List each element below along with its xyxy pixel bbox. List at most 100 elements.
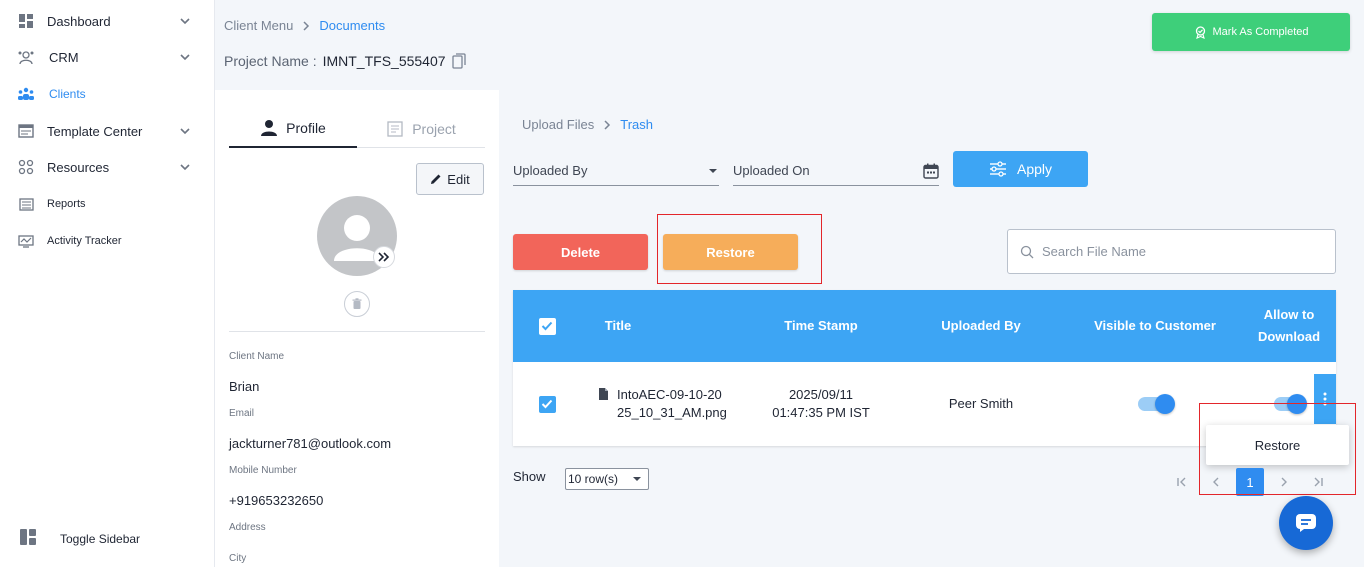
toggle-sidebar-button[interactable]: Toggle Sidebar: [0, 524, 215, 554]
dashboard-icon: [17, 12, 35, 30]
context-menu-restore-label: Restore: [1254, 437, 1301, 453]
sidebar-item-label: CRM: [49, 49, 79, 65]
column-header-title[interactable]: Title: [593, 290, 643, 362]
project-icon: [387, 120, 403, 137]
breadcrumb-client-menu[interactable]: Client Menu: [224, 18, 293, 33]
chevron-right-icon: [604, 119, 611, 130]
column-header-timestamp[interactable]: Time Stamp: [766, 290, 876, 362]
search-box: [1007, 229, 1336, 274]
chevron-down-icon: [180, 164, 190, 171]
rows-per-page-select[interactable]: 10 row(s): [565, 468, 649, 490]
uploaded-on-date-field[interactable]: Uploaded On: [733, 156, 939, 186]
reports-icon: [17, 195, 35, 213]
sidebar-item-crm[interactable]: CRM: [0, 42, 215, 72]
sidebar-item-template-center[interactable]: Template Center: [0, 116, 215, 146]
tab-profile[interactable]: Profile: [229, 110, 357, 148]
visible-to-customer-cell: [1087, 362, 1223, 446]
show-label: Show: [513, 469, 546, 484]
chevron-right-icon: [1281, 477, 1287, 487]
resources-icon: [17, 158, 35, 176]
sidebar-item-clients[interactable]: Clients: [0, 79, 215, 109]
calendar-icon[interactable]: [923, 163, 939, 179]
sidebar-layout-icon: [19, 528, 37, 551]
clients-icon: [17, 85, 35, 103]
allow-download-toggle[interactable]: [1274, 394, 1307, 414]
avatar-expand-button[interactable]: [373, 246, 395, 268]
sliders-icon: [989, 161, 1006, 177]
sidebar-item-dashboard[interactable]: Dashboard: [0, 6, 215, 36]
tab-project[interactable]: Project: [357, 110, 485, 148]
chevron-down-icon: [180, 128, 190, 135]
project-name-value: IMNT_TFS_555407: [322, 53, 446, 69]
divider: [229, 331, 485, 332]
chat-button[interactable]: [1279, 496, 1333, 550]
sidebar-item-label: Template Center: [47, 123, 143, 139]
chevron-right-icon: [303, 20, 310, 31]
first-page-icon: [1177, 477, 1186, 487]
file-title-cell: IntoAEC-09-10-2025_10_31_AM.png: [617, 362, 737, 446]
breadcrumb-trash[interactable]: Trash: [620, 117, 653, 132]
column-header-allow-download[interactable]: Allow to Download: [1248, 290, 1330, 362]
next-page-button[interactable]: [1270, 468, 1298, 496]
copy-icon[interactable]: [451, 53, 466, 69]
uploaded-by-value: Peer Smith: [948, 396, 1014, 411]
activity-icon: [17, 232, 35, 250]
search-icon: [1020, 245, 1034, 258]
files-table: Title Time Stamp Uploaded By Visible to …: [513, 290, 1336, 446]
caret-down-icon: [633, 477, 641, 481]
first-page-button[interactable]: [1168, 468, 1196, 496]
chat-icon: [1296, 514, 1316, 532]
search-input[interactable]: [1042, 244, 1322, 259]
previous-page-button[interactable]: [1202, 468, 1230, 496]
badge-check-icon: [1195, 25, 1205, 39]
last-page-icon: [1314, 477, 1323, 487]
rows-per-page-value: 10 row(s): [568, 472, 619, 486]
uploaded-by-label: Uploaded By: [513, 163, 588, 178]
apply-label: Apply: [1016, 161, 1053, 177]
context-menu-restore-item[interactable]: Restore: [1206, 425, 1349, 465]
project-name: Project Name : IMNT_TFS_555407: [224, 53, 466, 69]
client-name-label: Client Name: [229, 351, 285, 362]
client-name-value: Brian: [229, 379, 260, 394]
mark-as-completed-label: Mark As Completed: [1212, 26, 1309, 38]
chevron-left-icon: [1213, 477, 1219, 487]
profile-panel: Profile Project Edit Client Name Brian E…: [215, 90, 499, 567]
table-header: Title Time Stamp Uploaded By Visible to …: [513, 290, 1336, 362]
sidebar: Dashboard CRM Clients Template Center Re…: [0, 0, 215, 567]
checkmark-icon: [541, 321, 553, 331]
edit-button[interactable]: Edit: [416, 163, 484, 195]
row-checkbox[interactable]: [538, 395, 556, 413]
select-all-checkbox[interactable]: [538, 317, 556, 335]
column-header-uploaded-by[interactable]: Uploaded By: [925, 290, 1037, 362]
sidebar-item-label: Dashboard: [47, 13, 111, 29]
row-actions-kebab-button[interactable]: [1314, 374, 1336, 424]
restore-button[interactable]: Restore: [663, 234, 798, 270]
column-header-visible-to-customer[interactable]: Visible to Customer: [1087, 290, 1223, 362]
tab-project-label: Project: [412, 120, 456, 137]
visible-to-customer-toggle[interactable]: [1138, 394, 1175, 414]
mark-as-completed-button[interactable]: Mark As Completed: [1152, 13, 1350, 51]
tab-profile-label: Profile: [286, 120, 326, 136]
city-label: City: [229, 553, 247, 564]
select-all-cell: [537, 290, 557, 362]
breadcrumb-documents[interactable]: Documents: [319, 18, 385, 33]
sidebar-item-activity-tracker[interactable]: Activity Tracker: [0, 226, 215, 256]
email-value: jackturner781@outlook.com: [229, 436, 392, 451]
delete-button[interactable]: Delete: [513, 234, 648, 270]
chevron-down-icon: [180, 18, 190, 25]
apply-filter-button[interactable]: Apply: [953, 151, 1088, 187]
file-title[interactable]: IntoAEC-09-10-2025_10_31_AM.png: [617, 386, 727, 422]
more-vertical-icon: [1323, 392, 1327, 406]
sidebar-item-reports[interactable]: Reports: [0, 189, 215, 219]
trash-icon: [352, 298, 362, 309]
files-breadcrumb: Upload Files Trash: [522, 117, 653, 132]
uploaded-on-label: Uploaded On: [733, 163, 810, 178]
breadcrumb-upload-files[interactable]: Upload Files: [522, 117, 594, 132]
uploaded-by-select[interactable]: Uploaded By: [513, 156, 719, 186]
sidebar-item-label: Clients: [49, 87, 86, 101]
last-page-button[interactable]: [1304, 468, 1332, 496]
address-label: Address: [229, 522, 266, 533]
sidebar-item-resources[interactable]: Resources: [0, 152, 215, 182]
avatar-delete-button[interactable]: [344, 291, 370, 317]
page-number-current[interactable]: 1: [1236, 468, 1264, 496]
